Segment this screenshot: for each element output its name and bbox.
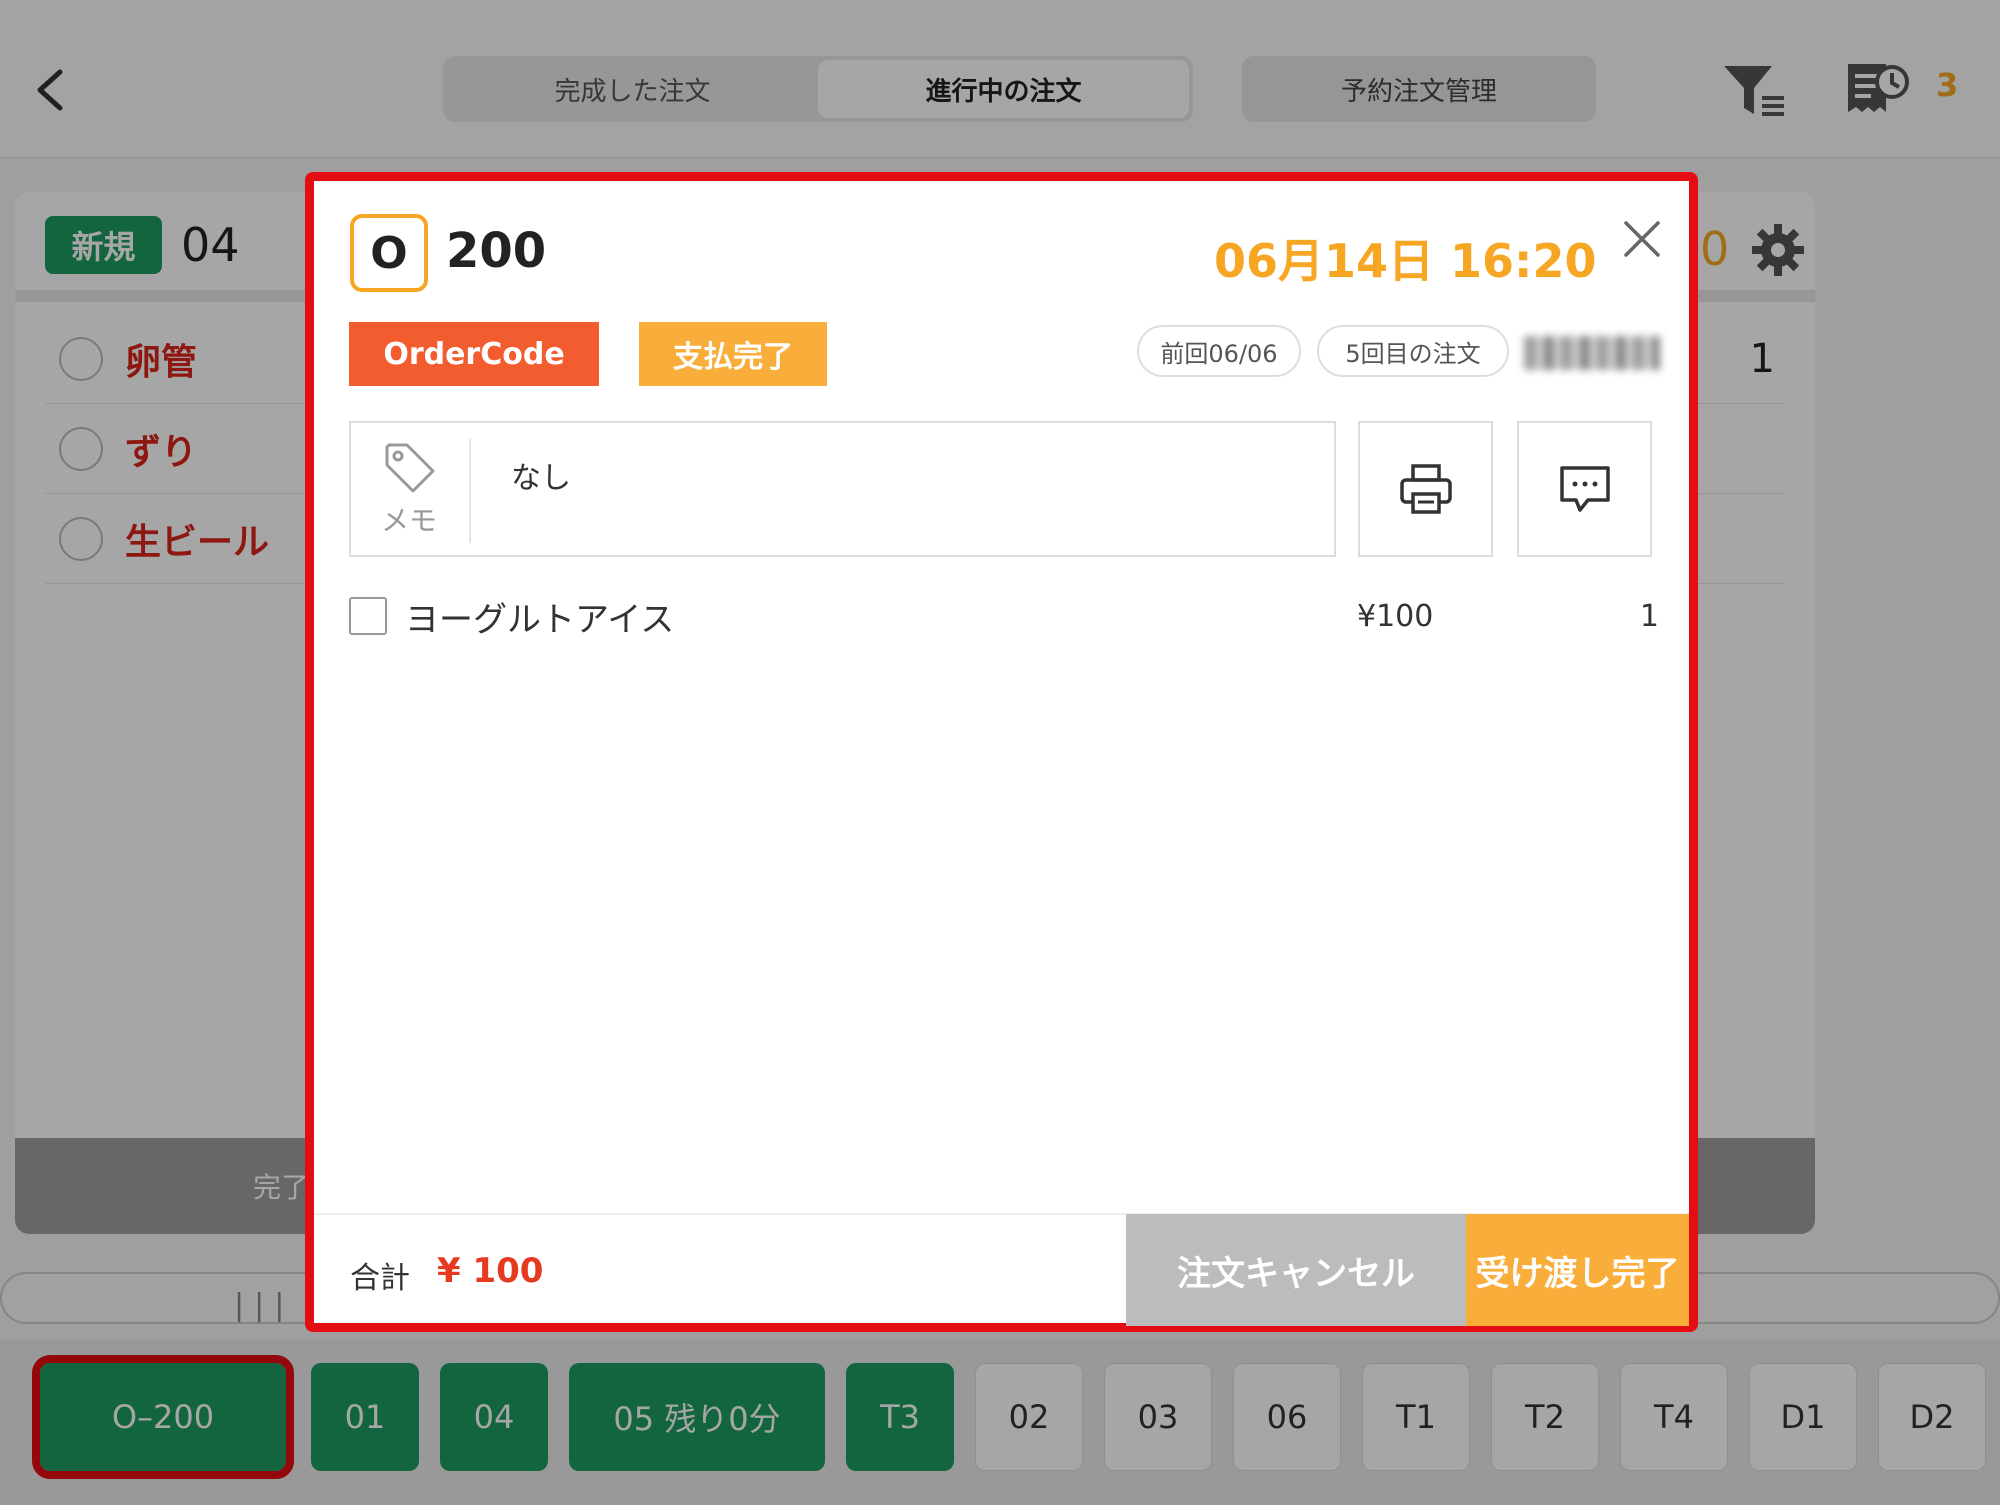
total-label: 合計 — [350, 1261, 410, 1296]
item-name: ヨーグルトアイス — [405, 599, 675, 640]
modal-footer: 合計 ¥ 100 注文キャンセル 受け渡し完了 — [314, 1213, 1689, 1326]
close-icon[interactable] — [1614, 211, 1670, 267]
total-value: ¥ 100 — [437, 1251, 544, 1291]
printer-icon — [1399, 464, 1452, 514]
visit-count-pill: 5回目の注文 — [1317, 325, 1509, 377]
customer-name-redacted — [1524, 336, 1660, 370]
order-datetime: 06月14日 16:20 — [1214, 234, 1597, 288]
item-qty: 1 — [1639, 598, 1659, 634]
cancel-order-button[interactable]: 注文キャンセル — [1126, 1214, 1466, 1326]
payment-status-tag: 支払完了 — [639, 322, 827, 386]
print-button[interactable] — [1358, 421, 1493, 557]
order-line-item[interactable]: ヨーグルトアイス ¥100 1 — [349, 581, 1659, 651]
item-checkbox[interactable] — [349, 597, 387, 635]
order-detail-modal: O 200 06月14日 16:20 OrderCode 支払完了 前回06/0… — [305, 172, 1698, 1332]
item-price: ¥100 — [1357, 598, 1434, 634]
memo-box[interactable]: メモ なし — [349, 421, 1336, 557]
last-visit-pill: 前回06/06 — [1137, 325, 1301, 377]
memo-label: メモ — [381, 504, 438, 537]
tag-icon — [385, 443, 435, 493]
message-button[interactable] — [1517, 421, 1652, 557]
order-type-badge: O — [350, 214, 428, 292]
order-number: 200 — [446, 223, 547, 279]
memo-divider — [469, 439, 471, 543]
memo-text: なし — [511, 461, 571, 496]
handover-complete-button[interactable]: 受け渡し完了 — [1466, 1214, 1689, 1326]
ordercode-tag: OrderCode — [349, 322, 599, 386]
chat-bubble-icon — [1559, 466, 1610, 512]
